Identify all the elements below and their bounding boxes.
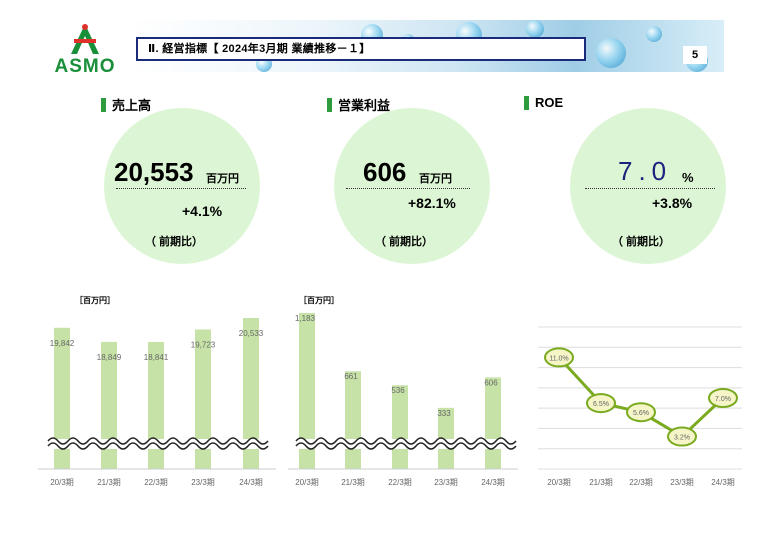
op-chart-x-tick-label: 23/3期: [434, 478, 458, 487]
op-chart-x-tick-label: 20/3期: [295, 478, 319, 487]
op-chart-x-tick-label: 21/3期: [341, 478, 365, 487]
op-chart-data-label: 536: [391, 386, 405, 395]
sales-chart-data-label: 18,849: [97, 353, 122, 362]
op-chart-data-label: 333: [437, 409, 451, 418]
roe-chart-x-tick-label: 22/3期: [629, 478, 653, 487]
sales-chart-data-label: 19,842: [50, 339, 75, 348]
op-chart-data-label: 1,183: [295, 314, 316, 323]
roe-chart-x-tick-label: 24/3期: [711, 478, 735, 487]
roe-chart-data-label: 6.5%: [593, 401, 609, 408]
roe-chart-x-tick-label: 23/3期: [670, 478, 694, 487]
roe-chart-series-line: [557, 356, 725, 439]
roe-chart-data-label: 3.2%: [674, 435, 690, 442]
sales-chart-x-tick-label: 21/3期: [97, 478, 121, 487]
charts-canvas: 1,183 20/3期 661 21/3期 536 22/3期 333 23/3期 606 24/…: [38, 313, 742, 487]
op-chart-bar: [392, 385, 408, 469]
roe-chart-data-label: 11.0%: [549, 355, 568, 362]
op-chart-bar: [345, 371, 361, 469]
sales-chart-x-tick-label: 22/3期: [144, 478, 168, 487]
sales-chart-data-label: 20,533: [239, 329, 264, 338]
op-chart-x-tick-label: 24/3期: [481, 478, 505, 487]
op-chart-bar: [485, 377, 501, 469]
sales-chart-x-tick-label: 23/3期: [191, 478, 215, 487]
op-chart-data-label: 606: [484, 378, 498, 387]
op-chart-data-label: 661: [344, 372, 358, 381]
roe-chart-data-label: 7.0%: [715, 396, 731, 403]
sales-chart-data-label: 19,723: [191, 340, 216, 349]
roe-chart-data-label: 5.6%: [633, 410, 649, 417]
sales-chart-x-tick-label: 24/3期: [239, 478, 263, 487]
roe-chart-x-tick-label: 21/3期: [589, 478, 613, 487]
op-chart-x-tick-label: 22/3期: [388, 478, 412, 487]
sales-chart-x-tick-label: 20/3期: [50, 478, 74, 487]
roe-chart-x-tick-label: 20/3期: [547, 478, 571, 487]
sales-chart-data-label: 18,841: [144, 353, 169, 362]
